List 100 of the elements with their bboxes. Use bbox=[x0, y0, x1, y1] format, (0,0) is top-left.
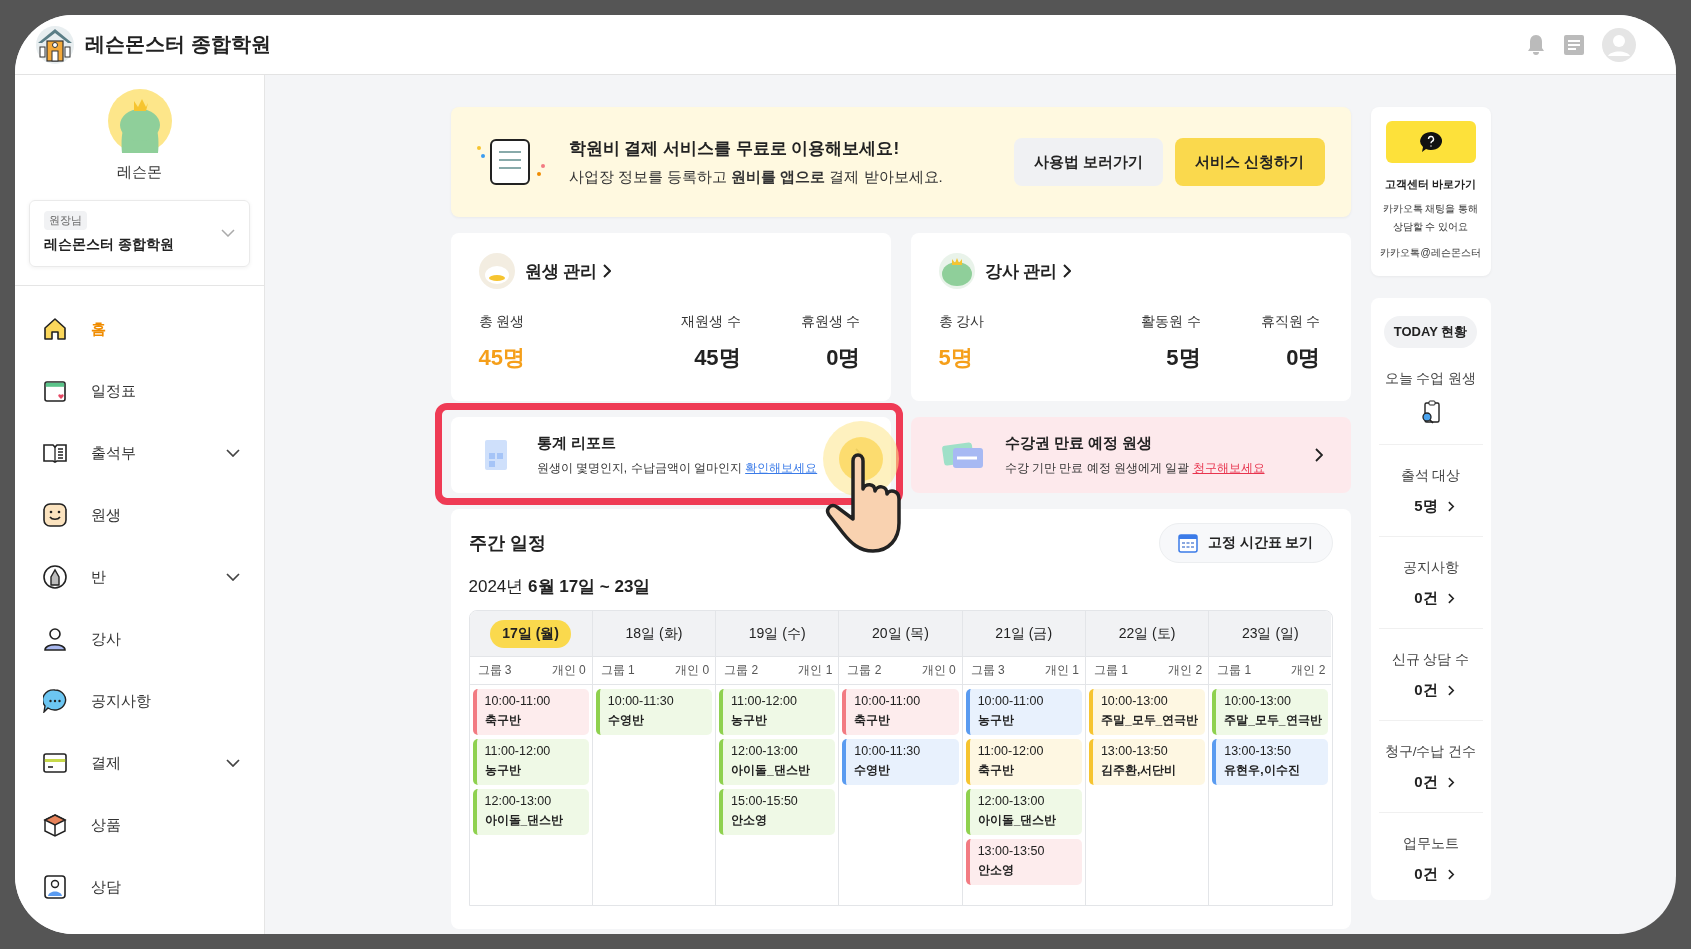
chevron-right-icon bbox=[1314, 448, 1323, 462]
promo-card[interactable]: 통계 리포트 원생이 몇명인지, 수납금액이 얼마인지 확인해보세요 bbox=[450, 417, 891, 493]
schedule-event[interactable]: 10:00-11:00 축구반 bbox=[842, 689, 959, 735]
today-badge: TODAY 현황 bbox=[1383, 316, 1478, 348]
ticket-cards-icon bbox=[940, 440, 985, 470]
stat-value: 45명 bbox=[478, 344, 525, 372]
sidebar-item[interactable]: 결제 bbox=[15, 732, 264, 794]
today-label: 오늘 수업 원생 bbox=[1384, 370, 1477, 388]
stat-label: 총 원생 bbox=[478, 313, 525, 331]
stat-value: 45명 bbox=[694, 344, 741, 372]
pencil-circle-icon bbox=[43, 565, 67, 589]
group-count: 그룹 2 bbox=[724, 662, 759, 679]
schedule-event[interactable]: 13:00-13:50 유현우,이수진 bbox=[1212, 739, 1329, 785]
schedule-event[interactable]: 12:00-13:00 아이돌_댄스반 bbox=[965, 789, 1082, 835]
schedule-event[interactable]: 10:00-11:00 축구반 bbox=[472, 689, 589, 735]
today-label: 신규 상담 수 bbox=[1391, 651, 1470, 669]
promo-title: 통계 리포트 bbox=[536, 433, 617, 453]
banner-text: 사업장 정보를 등록하고 원비를 앱으로 결제 받아보세요. bbox=[568, 168, 943, 187]
smiley-icon bbox=[43, 503, 67, 527]
promo-link[interactable]: 확인해보세요 bbox=[745, 460, 818, 475]
question-bubble-icon bbox=[1418, 131, 1443, 153]
chevron-right-icon bbox=[603, 264, 612, 278]
stat-value: 5명 bbox=[938, 344, 973, 372]
sidebar-item[interactable]: 공지사항 bbox=[15, 670, 264, 732]
apply-button[interactable]: 서비스 신청하기 bbox=[1175, 138, 1325, 186]
schedule-event[interactable]: 10:00-11:00 농구반 bbox=[965, 689, 1082, 735]
schedule-event[interactable]: 11:00-12:00 축구반 bbox=[965, 739, 1082, 785]
sidebar-item[interactable]: 일정표 bbox=[15, 360, 264, 422]
schedule-event[interactable]: 10:00-11:30 수영반 bbox=[842, 739, 959, 785]
sidebar-item[interactable]: 원생 bbox=[15, 484, 264, 546]
schedule-event[interactable]: 13:00-13:50 김주환,서단비 bbox=[1088, 739, 1206, 785]
person-icon bbox=[43, 627, 67, 651]
schedule-event[interactable]: 11:00-12:00 농구반 bbox=[472, 739, 589, 785]
group-count: 그룹 1 bbox=[1217, 662, 1252, 679]
document-icon[interactable] bbox=[1564, 34, 1584, 55]
promo-link[interactable]: 청구해보세요 bbox=[1192, 460, 1265, 475]
sidebar-item[interactable]: 반 bbox=[15, 546, 264, 608]
chevron-right-icon bbox=[1447, 869, 1455, 880]
chevron-right-icon bbox=[1447, 593, 1455, 604]
stat-value: 0명 bbox=[826, 344, 861, 372]
group-count: 그룹 3 bbox=[477, 662, 512, 679]
promo-title: 수강권 만료 예정 원생 bbox=[1004, 433, 1153, 453]
timetable-button[interactable]: 고정 시간표 보기 bbox=[1158, 523, 1333, 563]
today-count-link[interactable]: 0건 bbox=[1406, 589, 1455, 608]
duck-avatar-icon bbox=[478, 253, 515, 289]
user-avatar-icon[interactable] bbox=[1602, 27, 1636, 62]
banner-title: 학원비 결제 서비스를 무료로 이용해보세요! bbox=[568, 138, 901, 160]
academy-select[interactable]: 원장님 레슨몬스터 종합학원 bbox=[29, 200, 250, 267]
chevron-down-icon bbox=[226, 449, 240, 457]
frog-avatar-icon bbox=[938, 253, 975, 289]
schedule-event[interactable]: 10:00-13:00 주말_모두_연극반 bbox=[1212, 689, 1329, 735]
stat-value: 5명 bbox=[1166, 344, 1201, 372]
stat-label: 총 강사 bbox=[938, 313, 985, 331]
today-count-link[interactable]: 5명 bbox=[1406, 497, 1455, 516]
stat-value: 0명 bbox=[1286, 344, 1321, 372]
today-label: 청구/수납 건수 bbox=[1384, 743, 1477, 761]
stat-label: 휴원생 수 bbox=[800, 313, 861, 331]
personal-count: 개인 2 bbox=[1291, 662, 1326, 679]
section-link[interactable]: 원생 관리 bbox=[520, 259, 598, 283]
chat-bubble-icon bbox=[43, 689, 67, 713]
chevron-right-icon bbox=[1447, 777, 1455, 788]
schedule-event[interactable]: 15:00-15:50 안소영 bbox=[719, 789, 836, 835]
open-book-icon bbox=[43, 441, 67, 465]
chevron-right-icon bbox=[1063, 264, 1072, 278]
sidebar-item[interactable]: 상품 bbox=[15, 794, 264, 856]
promo-card[interactable]: 수강권 만료 예정 원생 수강 기만 만료 예정 원생에게 일괄 청구해보세요 bbox=[910, 417, 1351, 493]
today-count-link[interactable]: 0건 bbox=[1406, 773, 1455, 792]
sidebar-item[interactable]: 강사 bbox=[15, 608, 264, 670]
help-contact: 카카오톡@레슨몬스터 bbox=[1380, 246, 1481, 260]
help-title: 고객센터 바로가기 bbox=[1384, 177, 1477, 192]
chevron-down-icon bbox=[226, 573, 240, 581]
stat-label: 휴직원 수 bbox=[1260, 313, 1321, 331]
bell-icon[interactable] bbox=[1526, 33, 1546, 56]
today-count-link[interactable]: 0건 bbox=[1406, 865, 1455, 884]
chevron-down-icon bbox=[226, 759, 240, 767]
personal-count: 개인 0 bbox=[921, 662, 956, 679]
guide-button[interactable]: 사용법 보러가기 bbox=[1014, 138, 1164, 186]
schedule-event[interactable]: 12:00-13:00 아이돌_댄스반 bbox=[719, 739, 836, 785]
house-icon bbox=[43, 317, 67, 341]
schedule-event[interactable]: 13:00-13:50 안소영 bbox=[965, 839, 1082, 885]
day-header[interactable]: 17일 (월) bbox=[490, 619, 572, 648]
schedule-event[interactable]: 10:00-11:30 수영반 bbox=[595, 689, 713, 735]
personal-count: 개인 1 bbox=[1044, 662, 1079, 679]
group-count: 그룹 1 bbox=[600, 662, 635, 679]
section-link[interactable]: 강사 관리 bbox=[980, 259, 1058, 283]
schedule-event[interactable]: 11:00-12:00 농구반 bbox=[719, 689, 836, 735]
sidebar-item[interactable]: 상담 bbox=[15, 856, 264, 918]
contact-card-icon bbox=[43, 875, 67, 899]
date-range: 2024년 6월 17일 ~ 23일 bbox=[468, 576, 652, 598]
schedule-event[interactable]: 10:00-13:00 주말_모두_연극반 bbox=[1088, 689, 1206, 735]
group-count: 그룹 1 bbox=[1093, 662, 1128, 679]
help-chat-button[interactable] bbox=[1385, 121, 1476, 163]
schedule-event[interactable]: 12:00-13:00 아이돌_댄스반 bbox=[472, 789, 589, 835]
clipboard-search-icon[interactable] bbox=[1420, 400, 1441, 424]
chevron-right-icon bbox=[1447, 685, 1455, 696]
personal-count: 개인 0 bbox=[551, 662, 586, 679]
sidebar-item[interactable]: 출석부 bbox=[15, 422, 264, 484]
frog-avatar bbox=[107, 89, 172, 153]
help-text: 카카오톡 채팅을 통해 bbox=[1382, 202, 1479, 216]
today-count-link[interactable]: 0건 bbox=[1406, 681, 1455, 700]
